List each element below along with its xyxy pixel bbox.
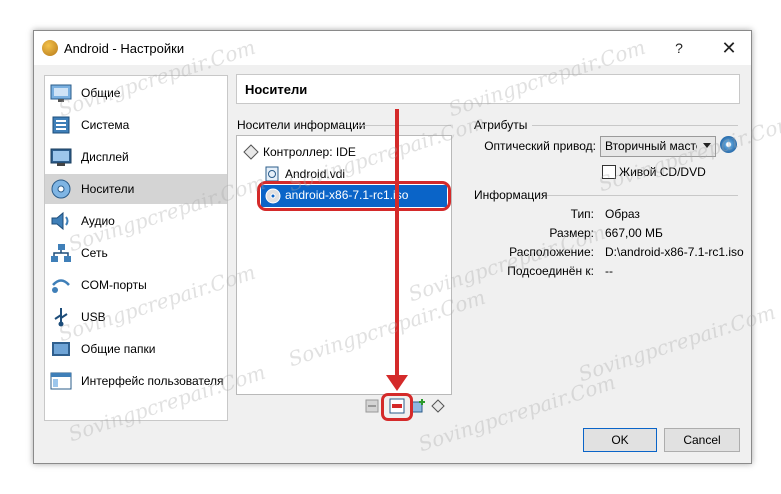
live-cd-label: Живой CD/DVD — [619, 165, 706, 179]
sidebar-item-system[interactable]: Система — [45, 110, 227, 140]
sidebar-item-label: Общие — [81, 86, 121, 100]
info-location-value: D:\android-x86-7.1-rc1.iso — [605, 245, 744, 259]
display-icon — [50, 148, 72, 166]
audio-icon — [51, 211, 69, 231]
sidebar-item-label: Аудио — [81, 214, 115, 228]
sidebar-item-label: Общие папки — [81, 342, 156, 356]
live-cd-checkbox[interactable] — [602, 165, 616, 179]
help-button[interactable]: ? — [659, 35, 699, 61]
section-title: Носители — [245, 82, 308, 97]
sidebar-item-label: Дисплей — [81, 150, 129, 164]
optical-drive-label: Оптический привод: — [484, 139, 596, 153]
info-attached-value: -- — [605, 264, 613, 278]
add-controller-icon[interactable] — [431, 398, 447, 414]
window-title: Android - Настройки — [64, 41, 185, 56]
user-interface-icon — [50, 372, 72, 390]
highlight-frame — [257, 181, 451, 211]
info-type-label: Тип: — [570, 207, 594, 221]
usb-icon — [54, 308, 68, 327]
sidebar-item-audio[interactable]: Аудио — [45, 206, 227, 236]
attributes-group-label: Атрибуты — [474, 118, 528, 132]
sidebar-item-shared-folders[interactable]: Общие папки — [45, 334, 227, 364]
sidebar-item-com-ports[interactable]: COM-порты — [45, 270, 227, 300]
storage-group-label: Носители информации — [237, 118, 366, 132]
annotation-arrow — [395, 109, 399, 381]
sidebar-item-label: Сеть — [81, 246, 108, 260]
group-divider — [547, 195, 738, 196]
optical-drive-value: Вторичный мастер — [605, 139, 697, 153]
choose-disk-icon[interactable] — [720, 136, 737, 153]
sidebar-item-label: Носители — [81, 182, 135, 196]
info-type-value: Образ — [605, 207, 640, 221]
sidebar-item-storage[interactable]: Носители — [45, 174, 227, 204]
general-icon — [50, 84, 72, 102]
network-icon — [51, 244, 71, 262]
hard-disk-icon — [265, 166, 279, 182]
information-group-label: Информация — [474, 188, 548, 202]
sidebar-item-display[interactable]: Дисплей — [45, 142, 227, 172]
optical-drive-select[interactable]: Вторичный мастер — [600, 136, 716, 157]
sidebar-item-label: Система — [81, 118, 130, 132]
annotation-arrow-head — [386, 375, 408, 391]
device-label: Android.vdi — [285, 167, 346, 181]
group-divider — [356, 125, 451, 126]
tree-item-controller[interactable]: Контроллер: IDE — [241, 142, 441, 162]
watermark: Sovingpcrepair.Com — [575, 299, 779, 387]
group-divider — [532, 125, 738, 126]
sidebar-item-network[interactable]: Сеть — [45, 238, 227, 268]
storage-icon — [51, 179, 71, 199]
sidebar-item-user-interface[interactable]: Интерфейс пользователя — [45, 366, 227, 396]
shared-folders-icon — [52, 342, 70, 356]
system-icon — [52, 116, 70, 134]
sidebar-item-label: Интерфейс пользователя — [81, 374, 224, 388]
controller-icon — [243, 144, 259, 160]
ok-button[interactable]: OK — [583, 428, 657, 452]
settings-sidebar: Общие Система Дисплей Носители Аудио Сет… — [44, 75, 228, 421]
info-size-label: Размер: — [549, 226, 594, 240]
remove-controller-icon[interactable] — [364, 398, 380, 414]
cancel-button[interactable]: Cancel — [664, 428, 740, 452]
controller-label: Контроллер: IDE — [263, 145, 356, 159]
chevron-down-icon — [703, 143, 711, 148]
settings-dialog: Android - Настройки ? ✕ Общие Система Ди… — [33, 30, 781, 464]
info-location-label: Расположение: — [509, 245, 594, 259]
sidebar-item-label: USB — [81, 310, 106, 324]
sidebar-item-label: COM-порты — [81, 278, 147, 292]
info-attached-label: Подсоединён к: — [507, 264, 594, 278]
highlight-frame — [381, 393, 413, 421]
info-size-value: 667,00 МБ — [605, 226, 663, 240]
virtualbox-app-icon — [42, 40, 58, 56]
sidebar-item-usb[interactable]: USB — [45, 302, 227, 332]
section-header: Носители — [236, 74, 740, 104]
storage-tree[interactable]: Контроллер: IDE Android.vdi android-x86-… — [236, 135, 452, 395]
sidebar-item-general[interactable]: Общие — [45, 78, 227, 108]
title-bar: Android - Настройки ? ✕ — [34, 31, 751, 65]
close-button[interactable]: ✕ — [709, 35, 749, 61]
serial-ports-icon — [52, 279, 70, 293]
